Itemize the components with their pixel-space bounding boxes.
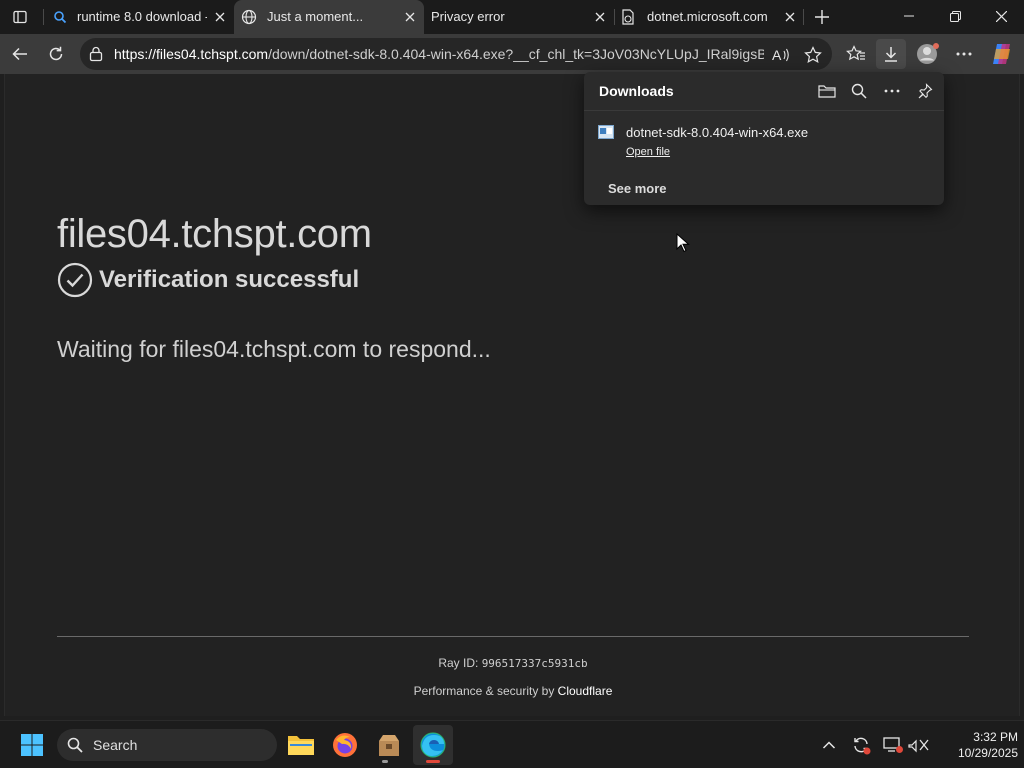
edge-icon bbox=[420, 732, 446, 758]
tab-runtime-download[interactable]: runtime 8.0 download - bbox=[44, 0, 234, 34]
downloads-title: Downloads bbox=[599, 83, 674, 99]
address-bar[interactable]: https://files04.tchspt.com/down/dotnet-s… bbox=[80, 38, 832, 70]
read-aloud-icon[interactable]: A bbox=[770, 44, 792, 66]
search-icon[interactable] bbox=[847, 80, 871, 102]
tab-title: runtime 8.0 download - bbox=[77, 9, 207, 24]
verification-status: Verification successful bbox=[57, 262, 359, 298]
favorites-icon bbox=[846, 45, 865, 61]
plus-icon bbox=[815, 10, 829, 24]
browser-toolbar: https://files04.tchspt.com/down/dotnet-s… bbox=[0, 34, 1024, 74]
url-host: https://files04.tchspt.com bbox=[114, 46, 269, 62]
running-indicator bbox=[382, 760, 388, 763]
copilot-button[interactable] bbox=[987, 39, 1017, 69]
warning-page-icon bbox=[621, 9, 635, 28]
tab-just-a-moment[interactable]: Just a moment... bbox=[234, 0, 424, 34]
more-options-icon[interactable] bbox=[880, 80, 904, 102]
close-icon[interactable] bbox=[402, 9, 418, 25]
restore-icon bbox=[949, 10, 961, 22]
footer-divider bbox=[57, 636, 969, 637]
downloads-divider bbox=[584, 110, 944, 111]
new-tab-button[interactable] bbox=[808, 3, 836, 31]
minimize-button[interactable] bbox=[886, 0, 932, 32]
download-file-name[interactable]: dotnet-sdk-8.0.404-win-x64.exe bbox=[626, 125, 808, 140]
avatar-icon bbox=[917, 43, 939, 64]
tab-title: Privacy error bbox=[431, 9, 505, 24]
back-arrow-icon bbox=[12, 47, 27, 61]
sync-status-icon[interactable] bbox=[849, 733, 873, 757]
firefox-app[interactable] bbox=[325, 725, 365, 765]
close-icon[interactable] bbox=[212, 9, 228, 25]
profile-button[interactable] bbox=[913, 39, 943, 69]
tab-title: Just a moment... bbox=[267, 9, 364, 24]
close-icon[interactable] bbox=[592, 9, 608, 25]
site-info-icon[interactable] bbox=[88, 46, 104, 62]
search-icon bbox=[67, 737, 83, 753]
more-dots-icon bbox=[956, 52, 972, 56]
open-file-link[interactable]: Open file bbox=[626, 146, 670, 158]
search-icon bbox=[53, 10, 67, 27]
globe-icon bbox=[241, 9, 257, 28]
file-explorer-app[interactable] bbox=[281, 725, 321, 765]
ray-id-value: 996517337c5931cb bbox=[481, 657, 588, 670]
downloads-button[interactable] bbox=[876, 39, 906, 69]
download-icon bbox=[885, 47, 897, 62]
downloads-panel: Downloads dotnet-sdk-8.0.404-win-x64.exe… bbox=[584, 72, 944, 205]
close-icon[interactable] bbox=[782, 9, 798, 25]
mouse-cursor-icon bbox=[676, 232, 690, 258]
cloudflare-link[interactable]: Cloudflare bbox=[558, 684, 613, 698]
close-icon bbox=[995, 10, 1007, 22]
performance-label: Performance & security by bbox=[413, 684, 555, 698]
tab-separator bbox=[803, 9, 804, 25]
search-label: Search bbox=[93, 737, 138, 753]
firefox-icon bbox=[333, 733, 357, 757]
tab-title: dotnet.microsoft.com bbox=[647, 9, 768, 24]
close-window-button[interactable] bbox=[978, 0, 1024, 32]
copilot-icon bbox=[993, 44, 1010, 64]
performance-credit: Performance & security by Cloudflare bbox=[5, 684, 1021, 698]
favorites-button[interactable] bbox=[841, 39, 871, 69]
display-notification-icon[interactable] bbox=[881, 733, 905, 757]
clock-time: 3:32 PM bbox=[973, 730, 1018, 744]
ray-id: Ray ID: 996517337c5931cb bbox=[5, 656, 1021, 670]
page-title: files04.tchspt.com bbox=[57, 212, 372, 256]
open-folder-icon[interactable] bbox=[815, 80, 839, 102]
refresh-button[interactable] bbox=[41, 39, 71, 69]
windows-logo-icon bbox=[21, 734, 43, 756]
taskbar-search[interactable]: Search bbox=[57, 729, 277, 761]
back-button[interactable] bbox=[5, 39, 35, 69]
tab-actions-icon bbox=[13, 10, 27, 24]
url-path: /down/dotnet-sdk-8.0.404-win-x64.exe?__c… bbox=[268, 46, 764, 62]
refresh-icon bbox=[49, 46, 63, 61]
network-volume-icon[interactable] bbox=[907, 733, 931, 757]
installer-file-icon bbox=[598, 125, 614, 139]
ray-id-label: Ray ID: bbox=[438, 656, 479, 670]
favorite-star-icon[interactable] bbox=[802, 44, 824, 66]
minimize-icon bbox=[904, 15, 914, 17]
pin-icon[interactable] bbox=[913, 80, 937, 102]
svg-text:A: A bbox=[772, 47, 782, 63]
verification-text: Verification successful bbox=[99, 266, 360, 293]
start-button[interactable] bbox=[12, 725, 52, 765]
tab-actions-button[interactable] bbox=[6, 4, 34, 30]
url-text[interactable]: https://files04.tchspt.com/down/dotnet-s… bbox=[114, 46, 764, 62]
folder-icon bbox=[288, 736, 314, 755]
edge-app[interactable] bbox=[413, 725, 453, 765]
package-app[interactable] bbox=[369, 725, 409, 765]
clock-date: 10/29/2025 bbox=[957, 746, 1018, 760]
tab-strip: runtime 8.0 download - Just a moment... … bbox=[0, 0, 1024, 34]
taskbar: Search 3:32 PM 10/29/2025 bbox=[0, 720, 1024, 768]
system-clock[interactable]: 3:32 PM 10/29/2025 bbox=[938, 729, 1018, 761]
package-box-icon bbox=[379, 735, 399, 756]
show-hidden-icons-button[interactable] bbox=[817, 733, 841, 757]
chevron-up-icon bbox=[822, 741, 836, 749]
check-circle-icon bbox=[57, 262, 93, 298]
tab-privacy-error[interactable]: Privacy error bbox=[424, 0, 614, 34]
waiting-message: Waiting for files04.tchspt.com to respon… bbox=[57, 336, 491, 362]
see-more-link[interactable]: See more bbox=[608, 181, 667, 196]
tab-dotnet-microsoft[interactable]: dotnet.microsoft.com bbox=[614, 0, 804, 34]
active-indicator bbox=[426, 760, 440, 763]
settings-more-button[interactable] bbox=[949, 39, 979, 69]
restore-button[interactable] bbox=[932, 0, 978, 32]
